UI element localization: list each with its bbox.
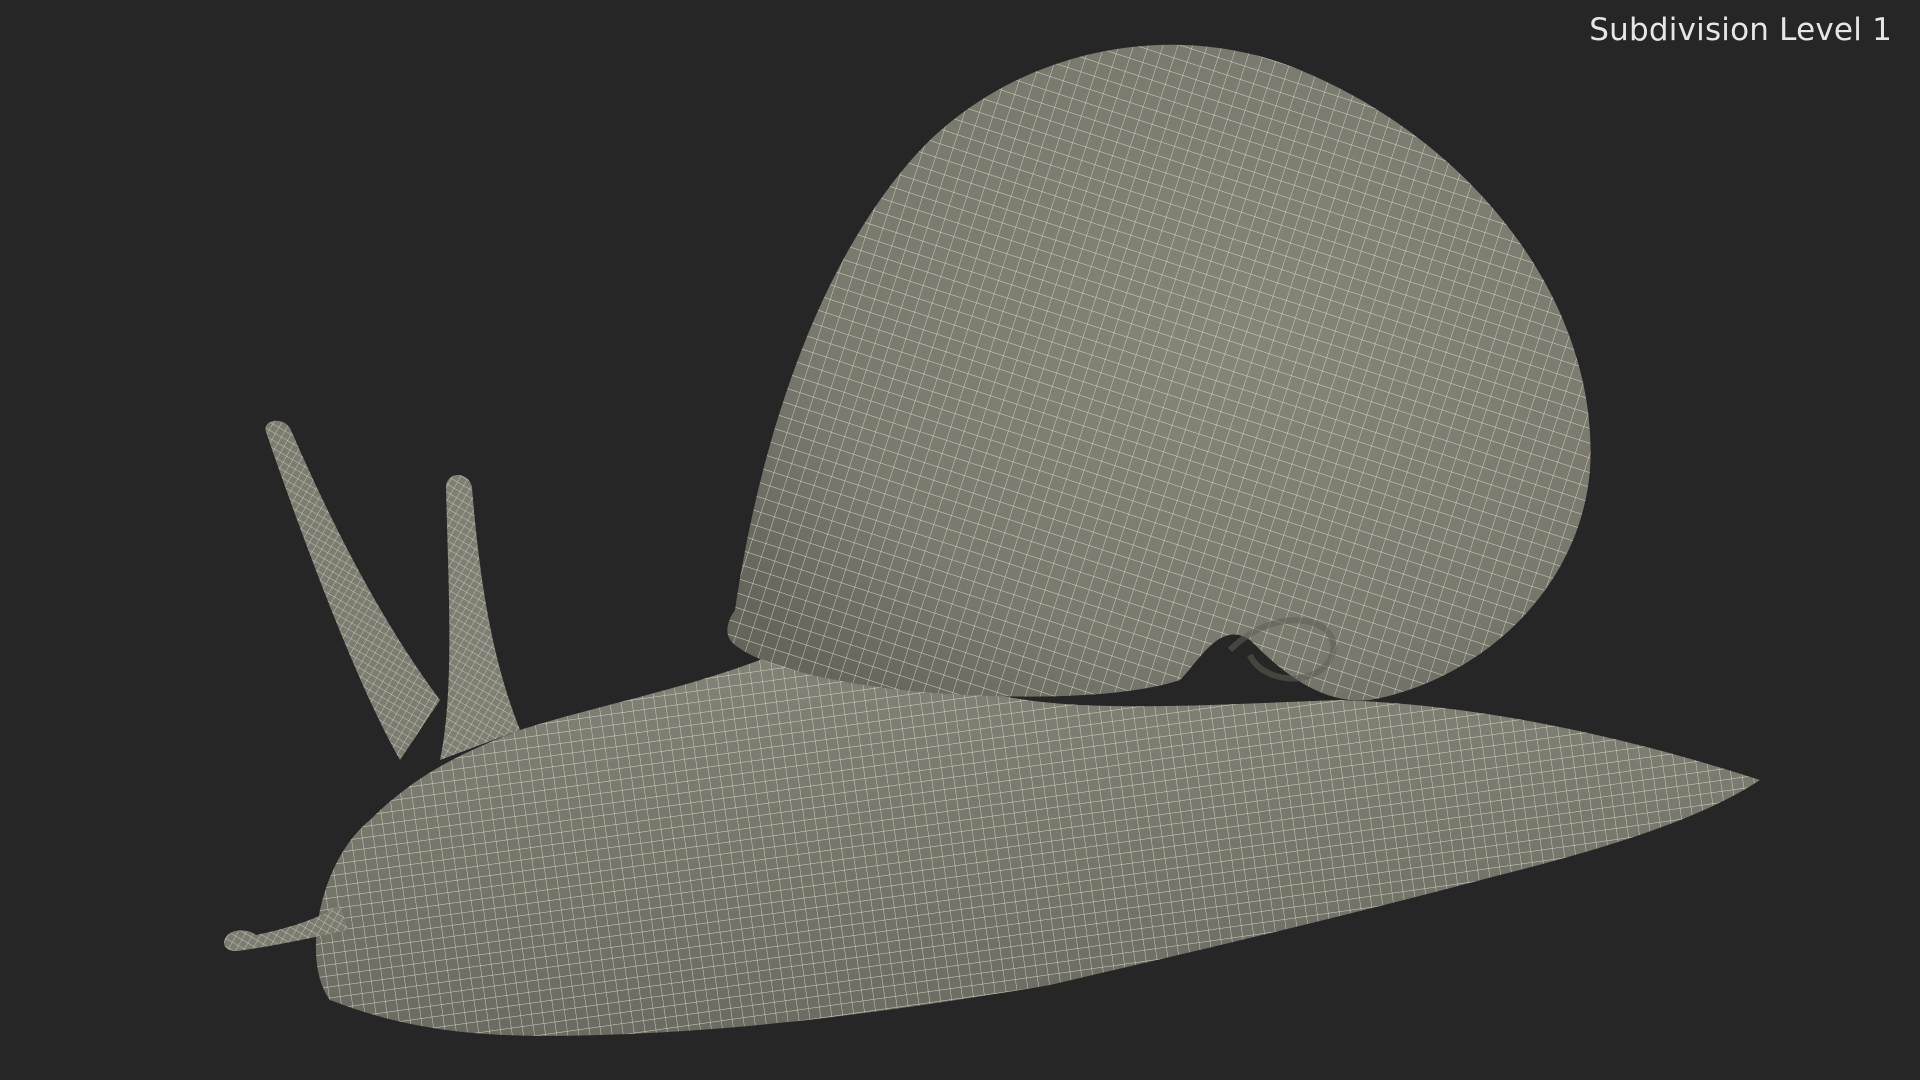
snail-shell (727, 44, 1591, 701)
upper-left-tentacle (265, 420, 440, 760)
subdivision-level-label: Subdivision Level 1 (1589, 12, 1892, 48)
snail-wireframe-render (224, 44, 1761, 1036)
viewport: Subdivision Level 1 (0, 0, 1920, 1080)
upper-right-tentacle (440, 474, 520, 760)
snail-body (315, 650, 1761, 1036)
